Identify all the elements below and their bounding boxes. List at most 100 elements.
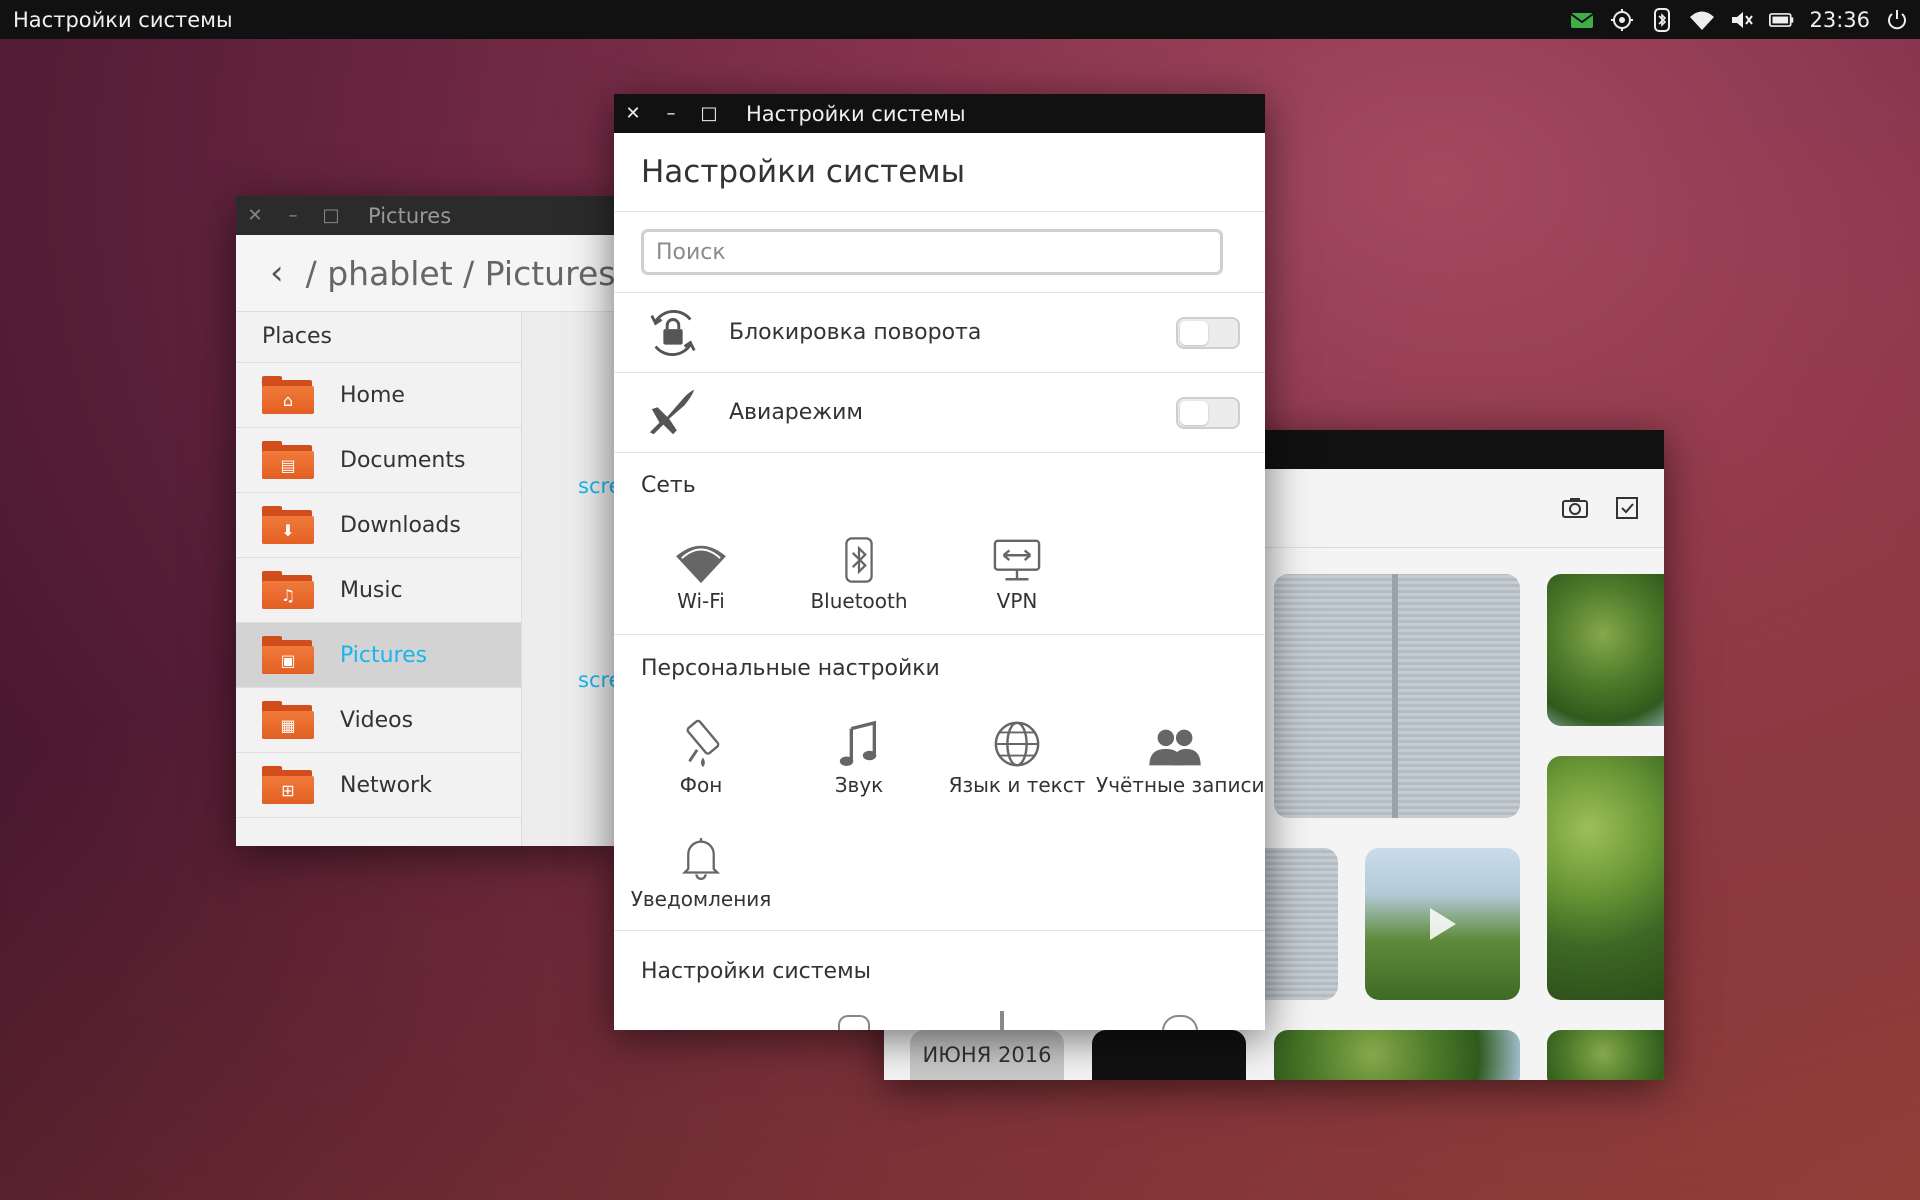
files-header: ‹ / phablet / Pictures: [236, 235, 616, 312]
time-icon: [1162, 1015, 1198, 1030]
breadcrumb[interactable]: / phablet / Pictures: [306, 254, 616, 293]
close-icon[interactable]: ✕: [614, 94, 652, 133]
file-link[interactable]: scre: [578, 668, 616, 692]
users-icon: [1096, 713, 1254, 769]
settings-item-label: Учётные записи: [1096, 773, 1265, 797]
files-titlebar: ✕ – □ Pictures: [236, 196, 616, 235]
photo-thumbnail[interactable]: [1547, 756, 1664, 1000]
places-title: Places: [236, 312, 521, 363]
network-folder-icon: ⊞: [262, 766, 314, 804]
documents-folder-icon: ▤: [262, 441, 314, 479]
paint-roller-icon: [622, 713, 780, 769]
sidebar-item-label: Documents: [340, 447, 466, 473]
vpn-icon: [938, 529, 1096, 585]
sidebar-item-music[interactable]: ♫ Music: [236, 558, 521, 623]
brightness-icon: [1000, 1011, 1004, 1030]
minimize-icon[interactable]: –: [274, 196, 312, 235]
location-icon[interactable]: [1609, 7, 1635, 33]
bluetooth-icon[interactable]: [1649, 7, 1675, 33]
search-input[interactable]: [641, 229, 1223, 275]
sidebar-item-videos[interactable]: ▦ Videos: [236, 688, 521, 753]
sidebar-item-label: Music: [340, 577, 403, 603]
sound-muted-icon[interactable]: [1729, 7, 1755, 33]
settings-window: ✕ – □ Настройки системы Настройки систем…: [614, 94, 1265, 1030]
sidebar-item-label: Downloads: [340, 512, 461, 538]
photo-thumbnail[interactable]: [1274, 1030, 1520, 1080]
maximize-icon[interactable]: □: [312, 196, 350, 235]
sidebar-item-network[interactable]: ⊞ Network: [236, 753, 521, 818]
settings-item-wifi[interactable]: Wi-Fi: [622, 529, 780, 613]
settings-item-label: Wi-Fi: [677, 589, 725, 613]
section-title-personal: Персональные настройки: [641, 655, 940, 681]
settings-item-vpn[interactable]: VPN: [938, 529, 1096, 613]
settings-window-title: Настройки системы: [746, 101, 966, 126]
select-checkbox-icon[interactable]: [1612, 493, 1642, 523]
network-section-header: Сеть: [614, 453, 1265, 517]
top-panel: Настройки системы 23:36: [0, 0, 1920, 39]
sidebar-item-downloads[interactable]: ⬇ Downloads: [236, 493, 521, 558]
airplane-mode-label: Авиарежим: [729, 400, 864, 425]
settings-item-label: VPN: [996, 589, 1038, 613]
clock[interactable]: 23:36: [1809, 8, 1870, 32]
mail-icon[interactable]: [1569, 7, 1595, 33]
settings-header: Настройки системы: [614, 133, 1265, 212]
files-window-title: Pictures: [368, 203, 452, 228]
wifi-icon: [622, 529, 780, 585]
event-thumbnail[interactable]: [1092, 1030, 1246, 1080]
airplane-icon: [641, 385, 705, 441]
date-header: ИЮНЯ 2016: [910, 1030, 1064, 1080]
settings-titlebar: ✕ – □ Настройки системы: [614, 94, 1265, 133]
photo-thumbnail[interactable]: [1547, 574, 1664, 726]
settings-item-background[interactable]: Фон: [622, 713, 780, 797]
sidebar-item-label: Pictures: [340, 642, 428, 668]
photo-thumbnail[interactable]: [1274, 574, 1520, 818]
sidebar-item-label: Videos: [340, 707, 414, 733]
rotation-lock-toggle[interactable]: [1176, 316, 1240, 349]
bluetooth-icon: [780, 529, 938, 585]
sidebar-item-label: Home: [340, 382, 405, 408]
settings-item-label: Bluetooth: [810, 589, 908, 613]
back-icon[interactable]: ‹: [270, 253, 284, 293]
page-title: Настройки системы: [641, 154, 966, 190]
battery-icon[interactable]: [1769, 7, 1795, 33]
settings-item-accounts[interactable]: Учётные записи: [1096, 713, 1265, 797]
settings-item-language[interactable]: Язык и текст: [938, 713, 1096, 797]
photo-thumbnail[interactable]: [1547, 1030, 1664, 1080]
video-thumbnail[interactable]: [1365, 848, 1520, 1000]
settings-item-label: Язык и текст: [948, 773, 1086, 797]
places-sidebar: Places ⌂ Home ▤ Documents ⬇ Downloads ♫ …: [236, 312, 522, 846]
play-icon: [1429, 908, 1456, 940]
power-icon[interactable]: [1884, 7, 1910, 33]
airplane-mode-toggle[interactable]: [1176, 396, 1240, 429]
close-icon[interactable]: ✕: [236, 196, 274, 235]
search-bar: [614, 212, 1265, 293]
globe-icon: [938, 713, 1096, 769]
settings-item-sound[interactable]: Звук: [780, 713, 938, 797]
settings-item-label: Звук: [834, 773, 884, 797]
downloads-folder-icon: ⬇: [262, 506, 314, 544]
system-section-header: Настройки системы: [614, 931, 1265, 1011]
videos-folder-icon: ▦: [262, 701, 314, 739]
files-window: ✕ – □ Pictures ‹ / phablet / Pictures Pl…: [236, 196, 616, 846]
sidebar-item-home[interactable]: ⌂ Home: [236, 363, 521, 428]
maximize-icon[interactable]: □: [690, 94, 728, 133]
personal-section-header: Персональные настройки: [614, 635, 1265, 701]
sidebar-item-documents[interactable]: ▤ Documents: [236, 428, 521, 493]
settings-item-bluetooth[interactable]: Bluetooth: [780, 529, 938, 613]
section-title-network: Сеть: [641, 472, 696, 498]
sidebar-item-label: Network: [340, 772, 432, 798]
settings-item-label: Фон: [679, 773, 723, 797]
camera-icon[interactable]: [1560, 493, 1590, 523]
music-folder-icon: ♫: [262, 571, 314, 609]
sidebar-item-pictures[interactable]: ▣ Pictures: [236, 623, 521, 688]
airplane-mode-row[interactable]: Авиарежим: [614, 373, 1265, 453]
pictures-folder-icon: ▣: [262, 636, 314, 674]
minimize-icon[interactable]: –: [652, 94, 690, 133]
home-folder-icon: ⌂: [262, 376, 314, 414]
rotation-lock-label: Блокировка поворота: [729, 320, 982, 345]
file-link[interactable]: scre: [578, 474, 616, 498]
settings-item-notifications[interactable]: Уведомления: [622, 827, 780, 911]
indicators: 23:36: [1569, 7, 1910, 33]
rotation-lock-row[interactable]: Блокировка поворота: [614, 293, 1265, 373]
wifi-icon[interactable]: [1689, 7, 1715, 33]
